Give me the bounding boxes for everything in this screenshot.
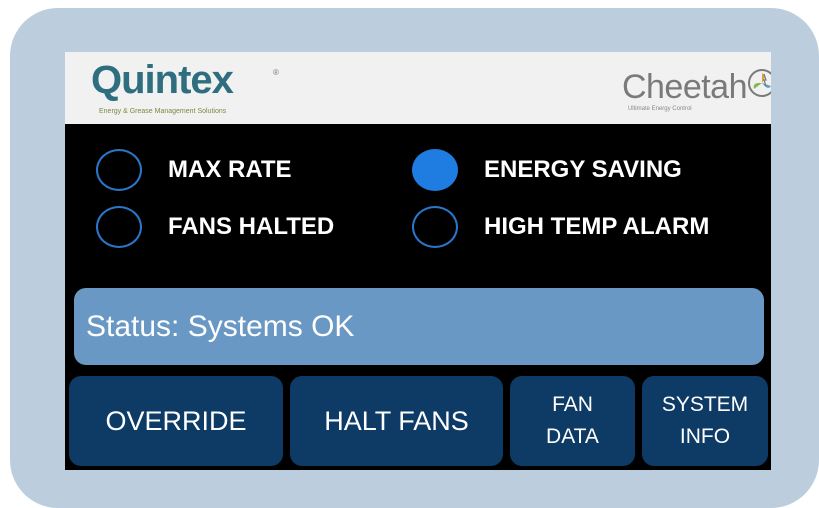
halt-fans-button[interactable]: HALT FANS xyxy=(290,376,503,466)
header-bar: Quintex Energy & Grease Management Solut… xyxy=(65,52,771,124)
registered-mark: ® xyxy=(273,68,279,77)
system-info-line1: SYSTEM xyxy=(661,393,749,416)
energy-saving-led xyxy=(412,149,458,191)
fan-data-line2: DATA xyxy=(546,425,599,448)
cheetah-logo: Cheetah Ultimate Energy Control xyxy=(621,68,771,112)
high-temp-alarm-led xyxy=(412,206,458,248)
cheetah-tagline: Ultimate Energy Control xyxy=(627,106,692,112)
system-info-button[interactable]: SYSTEM INFO xyxy=(642,376,768,466)
override-button[interactable]: OVERRIDE xyxy=(69,376,283,466)
quintex-tagline: Energy & Grease Management Solutions xyxy=(99,108,227,115)
touch-screen: Quintex Energy & Grease Management Solut… xyxy=(65,52,771,470)
quintex-logo: Quintex Energy & Grease Management Solut… xyxy=(91,58,279,115)
energy-saving-label: ENERGY SAVING xyxy=(484,156,682,183)
indicator-high-temp-alarm: HIGH TEMP ALARM xyxy=(412,203,709,251)
indicator-max-rate: MAX RATE xyxy=(96,146,292,194)
indicator-fans-halted: FANS HALTED xyxy=(96,203,334,251)
fan-data-button[interactable]: FAN DATA xyxy=(510,376,635,466)
max-rate-led xyxy=(96,149,142,191)
system-info-line2: INFO xyxy=(679,425,731,448)
status-bar: Status: Systems OK xyxy=(74,288,764,365)
quintex-logo-text: Quintex xyxy=(91,58,234,102)
high-temp-alarm-label: HIGH TEMP ALARM xyxy=(484,213,710,240)
fans-halted-label: FANS HALTED xyxy=(168,213,335,240)
fan-data-line1: FAN xyxy=(552,393,593,416)
max-rate-label: MAX RATE xyxy=(168,156,292,183)
fans-halted-led xyxy=(96,206,142,248)
indicator-energy-saving: ENERGY SAVING xyxy=(412,146,682,194)
cheetah-logo-text: Cheetah xyxy=(621,68,748,106)
cheetah-fan-icon xyxy=(748,69,771,97)
